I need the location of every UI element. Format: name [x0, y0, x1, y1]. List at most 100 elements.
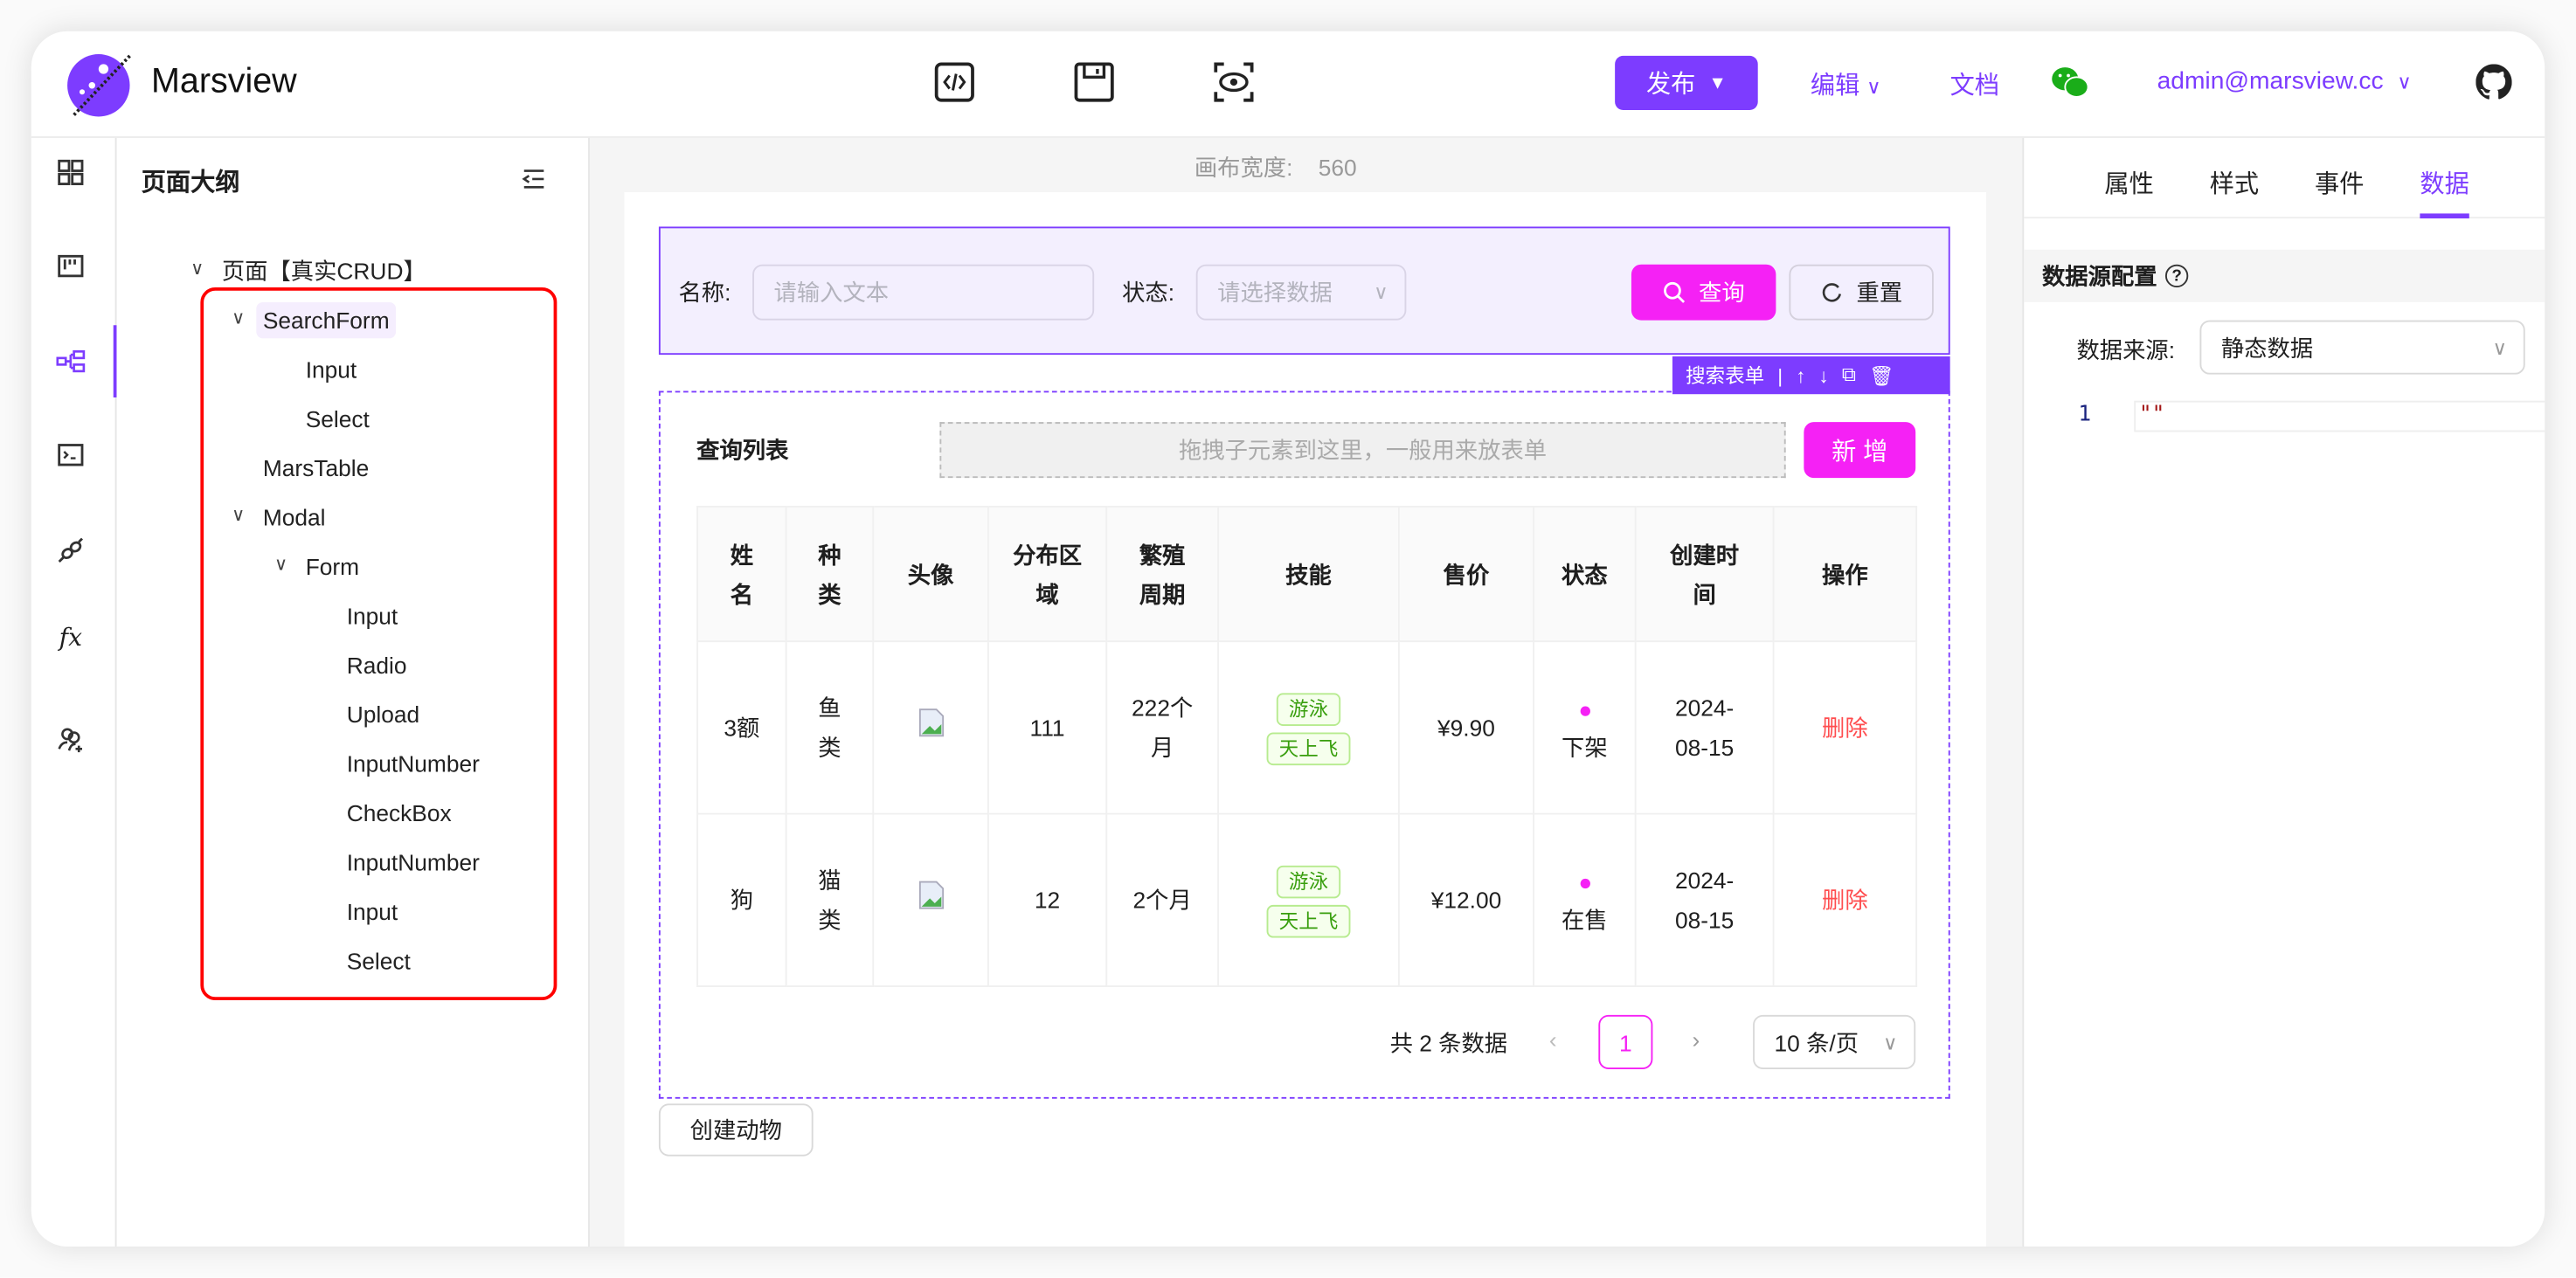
outline-title: 页面大纲	[141, 169, 240, 197]
column-header: 状态	[1533, 506, 1637, 643]
cell-price: ¥9.90	[1397, 640, 1535, 815]
query-label: 查询	[1699, 279, 1745, 306]
reload-icon	[1822, 283, 1842, 302]
table-section[interactable]: 查询列表 拖拽子元素到这里，一般用来放表单 新 增 姓名 种类 头像 分布区域 繁殖周期…	[658, 390, 1950, 1099]
column-header: 售价	[1397, 506, 1535, 643]
delete-link[interactable]: 删除	[1772, 812, 1918, 987]
source-value: 静态数据	[2220, 334, 2314, 361]
caret-down-icon: ▼	[1708, 73, 1727, 93]
api-plugin-icon[interactable]	[54, 534, 87, 567]
tab-2[interactable]: 事件	[2315, 166, 2364, 200]
next-page-icon[interactable]: ›	[1693, 1026, 1700, 1053]
github-icon[interactable]	[2476, 64, 2512, 100]
edit-menu[interactable]: 编辑 ∨	[1811, 67, 1881, 101]
reset-label: 重置	[1856, 279, 1903, 306]
docs-link[interactable]: 文档	[1950, 67, 1999, 101]
collapse-icon[interactable]	[521, 168, 547, 190]
publish-label: 发布	[1645, 70, 1696, 99]
query-button[interactable]: 查询	[1631, 264, 1776, 321]
user-menu[interactable]: admin@marsview.cc ∨	[2157, 67, 2412, 95]
delete-link[interactable]: 删除	[1772, 640, 1918, 815]
publish-button[interactable]: 发布 ▼	[1615, 55, 1758, 110]
cell-type: 猫类	[785, 812, 875, 987]
members-icon[interactable]	[54, 722, 87, 756]
section-title: 数据源配置	[2041, 262, 2157, 289]
arrow-up-icon[interactable]: ↑	[1796, 363, 1805, 386]
top-header: Marsview 发布 ▼ 编辑 ∨ 文档 admin@marsview.cc ∨	[31, 31, 2545, 138]
tab-1[interactable]: 样式	[2210, 166, 2259, 200]
chevron-down-icon: ∨	[1882, 1030, 1898, 1054]
code-icon[interactable]	[54, 439, 87, 472]
reset-button[interactable]: 重置	[1789, 264, 1934, 321]
cell-price: ¥12.00	[1397, 812, 1535, 987]
icon-sidebar: fx	[31, 137, 117, 1247]
status-select[interactable]: 请选择数据 ∨	[1195, 264, 1407, 321]
column-header: 操作	[1772, 506, 1918, 643]
tree-item-label: 页面【真实CRUD】	[221, 258, 426, 285]
arrow-down-icon[interactable]: ↓	[1819, 363, 1829, 386]
status-dot	[1579, 878, 1589, 889]
cell-cycle: 222个月	[1105, 640, 1220, 815]
broken-image-icon	[918, 708, 944, 736]
function-icon[interactable]: fx	[59, 623, 82, 653]
cell-type: 鱼类	[785, 640, 875, 815]
skill-tag: 游泳	[1277, 693, 1340, 727]
source-label: 数据来源:	[2076, 336, 2176, 363]
code-editor[interactable]: ""	[2134, 400, 2545, 432]
column-header: 头像	[872, 506, 989, 643]
name-input[interactable]: 请输入文本	[752, 264, 1095, 321]
highlight-box	[200, 287, 557, 1000]
cell-created: 2024-08-15	[1634, 812, 1775, 987]
delete-icon[interactable]: 🗑	[1869, 363, 1894, 386]
wechat-icon[interactable]	[2050, 64, 2089, 100]
drop-zone[interactable]: 拖拽子元素到这里，一般用来放表单	[939, 422, 1786, 479]
cell-region: 111	[987, 640, 1108, 815]
preview-icon[interactable]	[1213, 61, 1256, 104]
create-animal-button[interactable]: 创建动物	[658, 1103, 814, 1157]
column-header: 种类	[785, 506, 875, 643]
cell-cycle: 2个月	[1105, 812, 1220, 987]
tab-3[interactable]: 数据	[2420, 166, 2469, 200]
outline-icon[interactable]	[54, 345, 87, 378]
canvas-area: 画布宽度: 560 名称: 请输入文本 状态: 请选择数据 ∨ 查询 重置 搜索表…	[589, 137, 2023, 1247]
table-header-row: 姓名 种类 头像 分布区域 繁殖周期 技能 售价 状态 创建时间 操作	[696, 506, 1918, 643]
cell-avatar	[872, 812, 989, 987]
section-header: 数据源配置?	[2024, 249, 2545, 302]
add-button[interactable]: 新 增	[1804, 422, 1916, 479]
status-placeholder: 请选择数据	[1217, 279, 1333, 306]
cell-avatar	[872, 640, 989, 815]
canvas-width-label: 画布宽度:	[1194, 154, 1293, 181]
status-dot	[1579, 706, 1589, 716]
components-icon[interactable]	[54, 156, 87, 190]
templates-icon[interactable]	[54, 250, 87, 283]
tab-0[interactable]: 属性	[2104, 166, 2153, 200]
copy-icon[interactable]: ⧉	[1842, 363, 1856, 388]
page-size-select[interactable]: 10 条/页 ∨	[1753, 1014, 1916, 1069]
page-size-value: 10 条/页	[1774, 1028, 1859, 1055]
column-header: 姓名	[696, 506, 787, 643]
cell-skills: 游泳 天上飞	[1217, 640, 1400, 815]
name-label: 名称:	[678, 279, 731, 306]
code-line-number: 1	[2078, 402, 2092, 427]
help-icon[interactable]: ?	[2164, 264, 2189, 288]
component-name: 搜索表单	[1685, 364, 1765, 388]
outline-panel: 页面大纲 页面【真实CRUD】 ∨ SearchForm ∨ Input Select Ma…	[116, 137, 590, 1247]
cell-created: 2024-08-15	[1634, 640, 1775, 815]
tree-item[interactable]: 页面【真实CRUD】	[222, 253, 426, 289]
page-1-button[interactable]: 1	[1598, 1014, 1653, 1069]
chevron-down-icon: ∨	[1374, 280, 1388, 304]
properties-panel: 属性 样式 事件 数据 数据源配置? 数据来源: 静态数据 ∨ 1 ""	[2022, 137, 2545, 1247]
cell-name: 3额	[696, 640, 787, 815]
search-form[interactable]: 名称: 请输入文本 状态: 请选择数据 ∨ 查询 重置	[658, 226, 1950, 356]
edit-label: 编辑	[1810, 72, 1860, 100]
cell-status: 在售	[1533, 812, 1637, 987]
save-icon[interactable]	[1073, 61, 1116, 104]
canvas-width-readout: 画布宽度: 560	[1195, 151, 1357, 184]
source-select[interactable]: 静态数据 ∨	[2199, 320, 2525, 375]
chevron-down-icon[interactable]: ∨	[190, 258, 204, 280]
prev-page-icon[interactable]: ‹	[1549, 1026, 1557, 1053]
canvas-width-value: 560	[1318, 154, 1357, 181]
pagination-total: 共 2 条数据	[1389, 1029, 1508, 1056]
code-icon[interactable]	[933, 61, 976, 104]
app-window: Marsview 发布 ▼ 编辑 ∨ 文档 admin@marsview.cc ∨…	[31, 31, 2545, 1247]
